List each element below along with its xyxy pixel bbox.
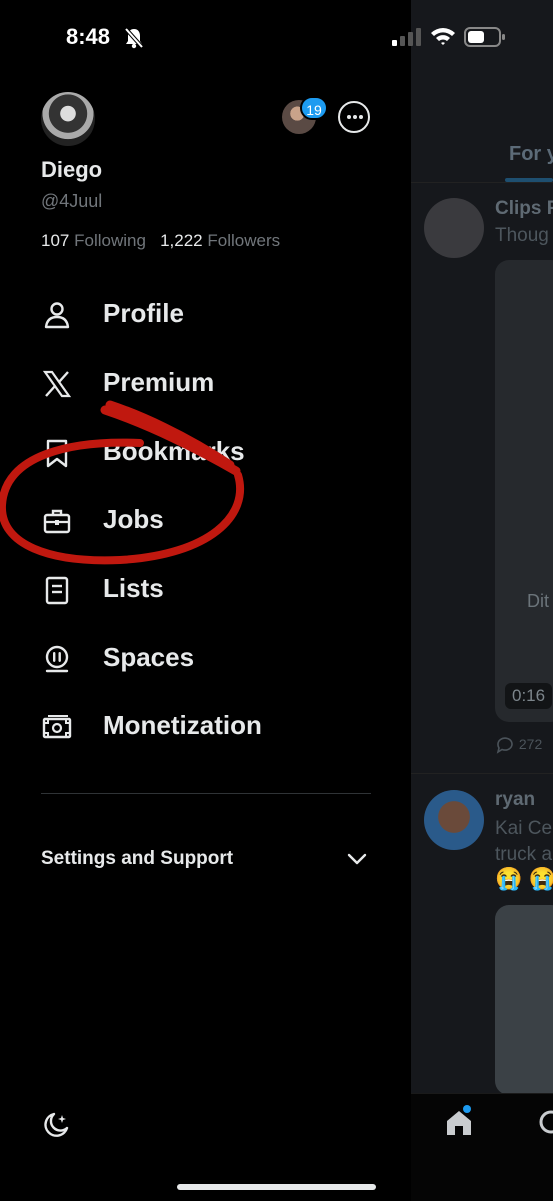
- divider: [411, 182, 553, 183]
- search-icon[interactable]: [537, 1110, 553, 1140]
- reply-count: 272: [518, 736, 543, 752]
- video-caption: Dit: [527, 591, 549, 611]
- notification-badge: 19: [300, 96, 328, 120]
- following-link[interactable]: 107 Following: [41, 231, 146, 250]
- post-text-line: truck a: [495, 844, 553, 865]
- reply-button[interactable]: 272: [495, 736, 543, 755]
- profile-handle: @4Juul: [41, 191, 103, 211]
- settings-and-support-toggle[interactable]: Settings and Support: [41, 848, 233, 870]
- post-image[interactable]: [495, 905, 553, 1095]
- post-emoji: 😭 😭: [495, 866, 553, 891]
- profile-avatar[interactable]: [41, 92, 95, 146]
- post-author[interactable]: Clips F: [495, 198, 553, 220]
- menu-item-label: Profile: [103, 298, 184, 328]
- annotation-circle-arrow: [0, 400, 244, 565]
- menu-item-spaces[interactable]: Spaces: [0, 628, 411, 688]
- dot: [347, 115, 351, 119]
- battery-icon: [464, 27, 505, 47]
- theme-toggle-icon[interactable]: [40, 1110, 72, 1142]
- followers-label: Followers: [207, 231, 281, 250]
- wifi-icon: [431, 28, 455, 45]
- post-avatar[interactable]: [424, 790, 484, 850]
- menu-item-label: Premium: [103, 367, 215, 397]
- cellular-signal-icon: [392, 28, 421, 46]
- followers-link[interactable]: 1,222 Followers: [160, 231, 280, 250]
- menu-divider: [41, 793, 371, 794]
- post-author[interactable]: ryan: [495, 789, 535, 811]
- money-icon: [42, 715, 72, 739]
- home-indicator[interactable]: [177, 1184, 376, 1190]
- post-avatar[interactable]: [424, 198, 484, 258]
- post-text-line: Kai Ce: [495, 818, 553, 839]
- divider: [411, 773, 553, 774]
- chevron-down-icon[interactable]: [346, 851, 368, 867]
- bottom-tab-bar: [411, 1093, 553, 1201]
- dot: [353, 115, 357, 119]
- more-options-button[interactable]: [338, 101, 370, 133]
- silent-bell-icon: [124, 27, 144, 49]
- post-video[interactable]: [495, 260, 553, 722]
- notification-dot: [463, 1105, 471, 1113]
- home-icon[interactable]: [444, 1108, 474, 1138]
- followers-count: 1,222: [160, 231, 203, 250]
- profile-name[interactable]: Diego: [41, 157, 102, 183]
- person-icon: [44, 302, 70, 329]
- reply-icon: [496, 737, 513, 755]
- video-duration: 0:16: [505, 683, 553, 709]
- menu-item-label: Monetization: [103, 710, 262, 740]
- post-text: Thoug: [495, 225, 549, 246]
- following-count: 107: [41, 231, 70, 250]
- post-text: Kai Ce truck a: [495, 816, 552, 868]
- following-label: Following: [74, 231, 146, 250]
- menu-item-profile[interactable]: Profile: [0, 284, 411, 344]
- microphone-icon: [45, 645, 69, 673]
- follow-stats: 107 Following 1,222 Followers: [41, 231, 280, 251]
- status-time: 8:48: [66, 24, 111, 49]
- menu-item-monetization[interactable]: Monetization: [0, 696, 411, 756]
- menu-item-label: Spaces: [103, 642, 195, 672]
- dot: [359, 115, 363, 119]
- tab-for-you[interactable]: For y: [509, 143, 553, 166]
